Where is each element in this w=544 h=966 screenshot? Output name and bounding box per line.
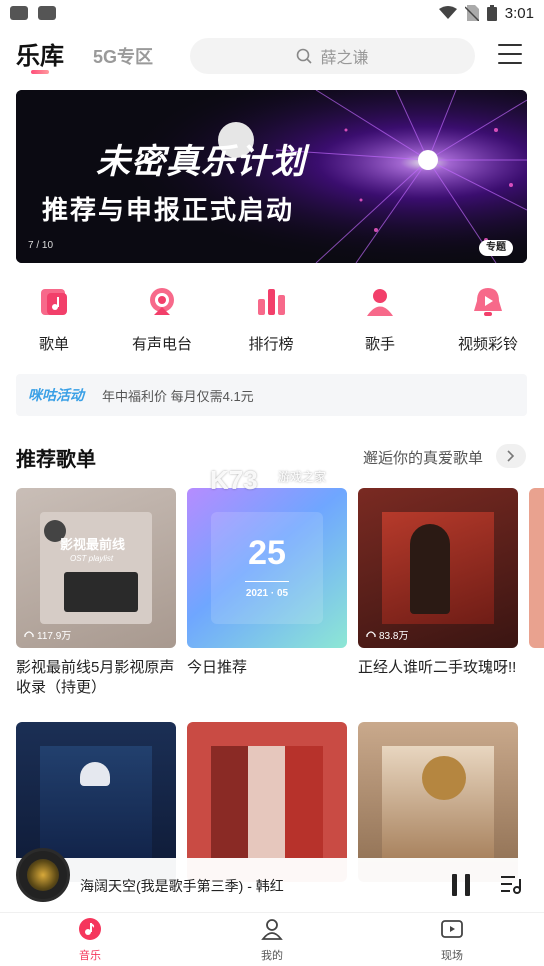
- search-placeholder: 薛之谦: [320, 50, 369, 67]
- playlist-cover: 影视最前线 OST playlist 117.9万: [16, 488, 176, 648]
- header: 乐库 5G专区 薛之谦: [0, 30, 544, 80]
- status-bar: 3:01: [0, 0, 544, 26]
- user-icon: [261, 919, 283, 940]
- promo-banner[interactable]: 咪咕活动 年中福利价 每月仅需4.1元: [16, 374, 527, 416]
- play-count: 117.9万: [37, 631, 72, 642]
- banner-carousel[interactable]: 未密真乐计划 推荐与申报正式启动 7 / 10 专题: [16, 90, 527, 263]
- playlist-card[interactable]: 影视最前线 OST playlist 117.9万 影视最前线5月影视原声收录（…: [16, 488, 176, 698]
- status-time: 3:01: [504, 4, 534, 22]
- menu-icon[interactable]: [498, 44, 522, 64]
- tab-5g-zone[interactable]: 5G专区: [93, 43, 153, 69]
- section-more-link[interactable]: 邂逅你的真爱歌单: [363, 447, 483, 468]
- tab-music-library[interactable]: 乐库: [16, 36, 64, 71]
- playlist-card[interactable]: 83.8万 正经人谁听二手玫瑰呀!!: [358, 488, 518, 678]
- singer-icon: [367, 289, 393, 316]
- nav-live[interactable]: 现场: [422, 917, 482, 963]
- cassette-image: [64, 572, 138, 612]
- category-radio[interactable]: 有声电台: [117, 285, 207, 354]
- umbrella-image: [80, 762, 110, 786]
- category-playlist[interactable]: 歌单: [9, 285, 99, 354]
- playlist-queue-icon[interactable]: [500, 874, 522, 894]
- battery-icon: [486, 5, 497, 21]
- category-ranking[interactable]: 排行榜: [226, 285, 316, 354]
- search-icon: [297, 48, 313, 64]
- pause-button[interactable]: [452, 874, 470, 896]
- category-bar: 歌单 有声电台 排行榜 歌手 视频彩铃: [0, 285, 544, 355]
- mini-player[interactable]: 海阔天空(我是歌手第三季) - 韩红: [0, 848, 544, 912]
- playlist-title: 影视最前线5月影视原声收录（持更）: [16, 659, 175, 696]
- search-input[interactable]: 薛之谦: [190, 38, 475, 74]
- playlist-cover: 83.8万: [358, 488, 518, 648]
- headphones-icon: [366, 630, 376, 637]
- playlist-title: 今日推荐: [187, 659, 248, 676]
- watermark-sub: 游戏之家: [278, 470, 327, 484]
- music-note-icon: [79, 918, 101, 940]
- wifi-icon: [438, 6, 457, 19]
- playlist-card-partial[interactable]: [529, 488, 544, 648]
- headphones-icon: [24, 630, 34, 637]
- nav-music[interactable]: 音乐: [60, 917, 120, 963]
- category-singer[interactable]: 歌手: [335, 285, 425, 354]
- play-count: 83.8万: [379, 631, 409, 642]
- active-tab-indicator: [31, 70, 49, 74]
- album-disc[interactable]: [16, 848, 70, 902]
- banner-subtitle: 推荐与申报正式启动: [42, 195, 295, 225]
- video-icon: [441, 920, 463, 938]
- font-notification-icon: [38, 6, 56, 20]
- nav-mine[interactable]: 我的: [242, 917, 302, 963]
- promo-text: 年中福利价 每月仅需4.1元: [102, 388, 254, 404]
- playlist-card[interactable]: 25 2021 · 05 今日推荐: [187, 488, 347, 678]
- playlist-cover: 25 2021 · 05: [187, 488, 347, 648]
- chevron-right-icon: [507, 450, 515, 462]
- radio-icon: [150, 288, 174, 315]
- date-day: 25: [248, 534, 286, 572]
- video-ringtone-icon: [474, 288, 502, 316]
- promo-brand: 咪咕活动: [28, 387, 84, 403]
- date-month: 2021 · 05: [245, 588, 289, 599]
- banner-tag: 专题: [479, 240, 513, 256]
- category-video-ringtone[interactable]: 视频彩铃: [443, 285, 533, 354]
- app-notification-icon: [10, 6, 28, 20]
- playlist-title: 正经人谁听二手玫瑰呀!!: [358, 659, 517, 676]
- bottom-nav: 音乐 我的 现场: [0, 912, 544, 966]
- banner-title: 未密真乐计划: [96, 143, 306, 181]
- playlist-icon: [41, 289, 67, 315]
- album-art: [211, 746, 323, 858]
- now-playing-title: 海阔天空(我是歌手第三季) - 韩红: [80, 878, 284, 894]
- section-title: 推荐歌单: [16, 449, 96, 471]
- no-sim-icon: [464, 5, 479, 21]
- banner-page-indicator: 7 / 10: [28, 240, 54, 251]
- section-more-button[interactable]: [496, 444, 526, 468]
- ranking-icon: [258, 289, 285, 315]
- watermark: K73: [210, 465, 258, 495]
